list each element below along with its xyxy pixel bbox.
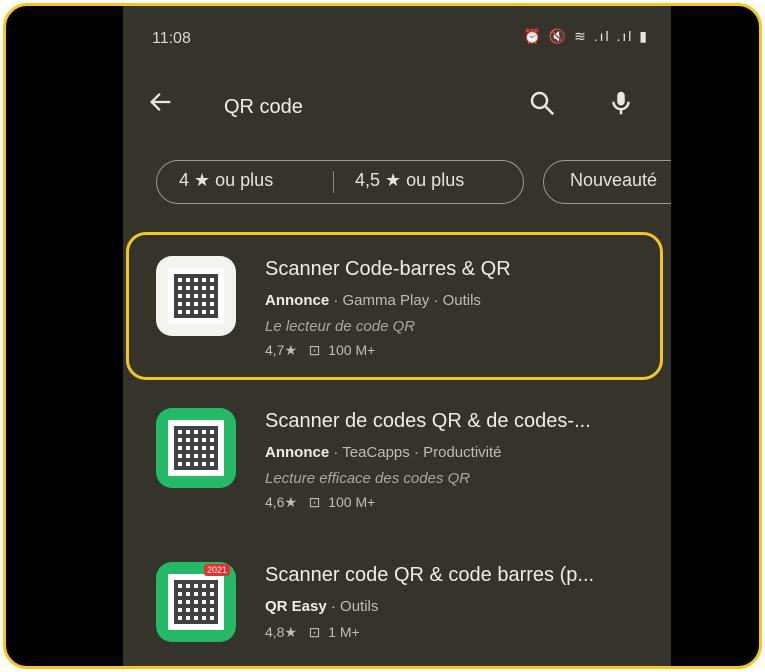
back-arrow-icon[interactable] bbox=[147, 88, 175, 116]
app-description: Lecture efficace des codes QR bbox=[265, 470, 471, 487]
rating: 4,8★ bbox=[265, 624, 298, 640]
developer: QR Easy bbox=[265, 598, 327, 615]
filter-chips: 4 ★ ou plus 4,5 ★ ou plus Nouveauté bbox=[156, 160, 671, 206]
app-stats: 4,8★ ⊡ 1 M+ bbox=[265, 624, 360, 641]
status-bar: 11:08 ⏰ 🔇 ≋ .ıl .ıl ▮ bbox=[123, 6, 671, 66]
qr-scanner-app-icon bbox=[156, 408, 236, 488]
app-meta: Annonce · TeaCapps · Productivité bbox=[265, 444, 502, 461]
qr-scanner-app-icon: 2021 bbox=[156, 562, 236, 642]
search-query[interactable]: QR code bbox=[224, 96, 303, 119]
app-result-2[interactable]: Scanner de codes QR & de codes-... Annon… bbox=[123, 398, 671, 528]
chip-new-releases[interactable]: Nouveauté bbox=[543, 160, 671, 204]
category: Outils bbox=[340, 598, 379, 615]
app-meta: QR Easy · Outils bbox=[265, 598, 379, 615]
app-name: Scanner code QR & code barres (p... bbox=[265, 564, 595, 586]
rating: 4,6★ bbox=[265, 494, 298, 510]
status-icons: ⏰ 🔇 ≋ .ıl .ıl ▮ bbox=[523, 28, 649, 44]
download-icon: ⊡ bbox=[300, 624, 325, 640]
developer: TeaCapps bbox=[342, 444, 410, 461]
highlight-outline bbox=[126, 232, 663, 380]
download-icon: ⊡ bbox=[300, 494, 325, 510]
icon-qr-square bbox=[168, 574, 224, 630]
chip-4-5-stars[interactable]: 4,5 ★ ou plus bbox=[355, 170, 464, 191]
search-bar: QR code bbox=[123, 78, 671, 134]
chip-divider bbox=[333, 171, 334, 193]
app-stats: 4,6★ ⊡ 100 M+ bbox=[265, 494, 375, 511]
chip-new-label: Nouveauté bbox=[570, 170, 658, 190]
downloads: 100 M+ bbox=[328, 494, 376, 510]
year-badge: 2021 bbox=[203, 564, 230, 576]
icon-qr-square bbox=[168, 420, 224, 476]
chip-4-stars[interactable]: 4 ★ ou plus bbox=[179, 170, 273, 191]
screenshot-frame: 11:08 ⏰ 🔇 ≋ .ıl .ıl ▮ QR code 4 ★ ou plu… bbox=[3, 3, 762, 669]
ad-label: Annonce bbox=[265, 444, 330, 461]
downloads: 1 M+ bbox=[328, 624, 360, 640]
app-name: Scanner de codes QR & de codes-... bbox=[265, 410, 591, 432]
qr-pattern bbox=[174, 426, 218, 470]
rating-filter-group: 4 ★ ou plus 4,5 ★ ou plus bbox=[156, 160, 524, 204]
microphone-icon[interactable] bbox=[606, 88, 636, 118]
search-icon[interactable] bbox=[527, 88, 557, 118]
app-result-3[interactable]: 2021 Scanner code QR & code barres (p...… bbox=[123, 552, 671, 666]
category: Productivité bbox=[423, 444, 502, 461]
status-time: 11:08 bbox=[152, 30, 191, 47]
qr-pattern bbox=[174, 580, 218, 624]
